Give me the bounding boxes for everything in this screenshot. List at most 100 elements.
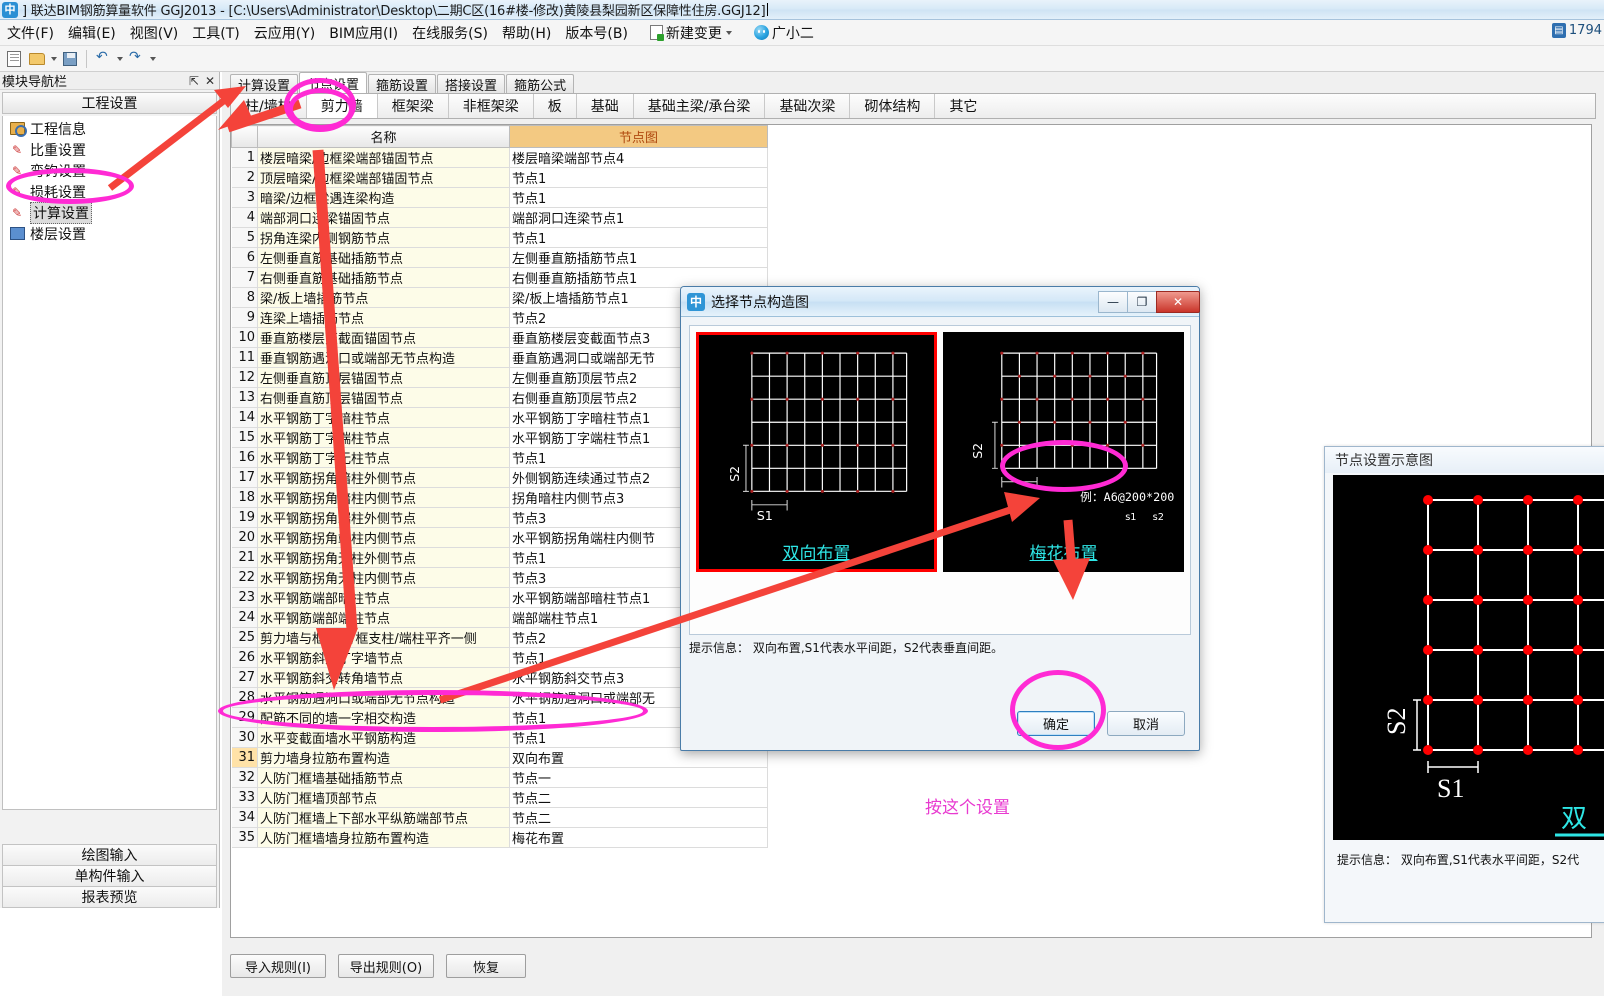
row-name: 垂直钢筋遇洞口或端部无节点构造	[257, 347, 510, 368]
menu-item-tools[interactable]: 工具(T)	[185, 21, 246, 45]
close-icon[interactable]: ✕	[205, 74, 215, 88]
row-name: 人防门框墙顶部节点	[257, 787, 510, 808]
row-node-diagram[interactable]: 梅花布置	[509, 827, 768, 848]
menu-item-view[interactable]: 视图(V)	[123, 21, 186, 45]
row-index: 30	[231, 727, 258, 748]
tab-other[interactable]: 其它	[935, 94, 991, 118]
table-row[interactable]: 7 右侧垂直筋基础插筋节点 右侧垂直筋插筋节点1	[231, 267, 768, 288]
table-row[interactable]: 1 楼层暗梁/边框梁端部锚固节点 楼层暗梁端部节点4	[231, 147, 768, 168]
export-rules-button[interactable]: 导出规则(O)	[338, 954, 434, 978]
row-name: 拐角连梁内侧钢筋节点	[257, 227, 510, 248]
row-index: 12	[231, 367, 258, 388]
annotation-note-text: 按这个设置	[925, 798, 1010, 818]
staggered-s2: s2	[1153, 512, 1164, 523]
preview-label-s1: S1	[1437, 774, 1464, 803]
menu-item-bim[interactable]: BIM应用(I)	[322, 21, 405, 45]
row-name: 水平钢筋拐角无柱内侧节点	[257, 567, 510, 588]
new-file-button[interactable]	[4, 49, 24, 69]
import-rules-button[interactable]: 导入规则(I)	[230, 954, 326, 978]
nav-button-report-preview[interactable]: 报表预览	[2, 886, 217, 908]
cancel-button[interactable]: 取消	[1107, 711, 1185, 736]
nav-button-drawing-input[interactable]: 绘图输入	[2, 844, 217, 866]
sidebar-item-calculation-settings[interactable]: ✎ 计算设置	[3, 201, 216, 224]
tab-foundation-main-beam[interactable]: 基础主梁/承台梁	[634, 94, 766, 118]
row-index: 20	[231, 527, 258, 548]
row-index: 8	[231, 287, 258, 308]
menu-item-edit[interactable]: 编辑(E)	[61, 21, 123, 45]
sidebar-item-floor-settings[interactable]: 楼层设置	[3, 223, 216, 244]
row-node-diagram[interactable]: 节点二	[509, 787, 768, 808]
tab-frame-beam[interactable]: 框架梁	[378, 94, 449, 118]
row-index: 35	[231, 827, 258, 848]
menu-item-file[interactable]: 文件(F)	[0, 21, 61, 45]
row-node-diagram[interactable]: 节点二	[509, 807, 768, 828]
user-account-button[interactable]: 广小二	[747, 21, 821, 45]
row-node-diagram[interactable]: 左侧垂直筋插筋节点1	[509, 247, 768, 268]
redo-button[interactable]	[126, 49, 146, 69]
menu-item-online-service[interactable]: 在线服务(S)	[405, 21, 495, 45]
table-row[interactable]: 33 人防门框墙顶部节点 节点二	[231, 787, 768, 808]
tab-non-frame-beam[interactable]: 非框架梁	[449, 94, 534, 118]
restore-button[interactable]: 恢复	[446, 954, 526, 978]
dialog-minimize-button[interactable]: —	[1098, 290, 1128, 313]
menubar: 文件(F) 编辑(E) 视图(V) 工具(T) 云应用(Y) BIM应用(I) …	[0, 20, 1604, 46]
tab-stirrup-formula[interactable]: 箍筋公式	[506, 74, 575, 94]
layers-icon	[9, 226, 25, 242]
row-node-diagram[interactable]: 节点1	[509, 167, 768, 188]
tab-lap-settings[interactable]: 搭接设置	[437, 74, 506, 94]
row-node-diagram[interactable]: 节点1	[509, 187, 768, 208]
option-bidirectional-layout[interactable]: S2 S1 双向布置	[696, 332, 937, 572]
dialog-close-button[interactable]: ✕	[1156, 290, 1200, 313]
sidebar-item-weight-settings[interactable]: ✎ 比重设置	[3, 139, 216, 160]
user-avatar-icon	[753, 25, 769, 40]
notification-count[interactable]: ▤ 1794	[1551, 23, 1602, 38]
row-node-diagram[interactable]: 节点一	[509, 767, 768, 788]
row-index: 22	[231, 567, 258, 588]
nav-button-single-component-input[interactable]: 单构件输入	[2, 865, 217, 887]
table-row[interactable]: 35 人防门框墙墙身拉筋布置构造 梅花布置	[231, 827, 768, 848]
column-header-node-diagram: 节点图	[509, 125, 768, 148]
table-row[interactable]: 4 端部洞口连梁锚固节点 端部洞口连梁节点1	[231, 207, 768, 228]
row-name: 水平钢筋斜交丁字墙节点	[257, 647, 510, 668]
chevron-down-icon[interactable]	[117, 56, 123, 61]
new-change-button[interactable]: 新建变更	[643, 21, 739, 45]
table-row[interactable]: 3 暗梁/边框梁遇连梁构造 节点1	[231, 187, 768, 208]
chevron-down-icon[interactable]	[150, 56, 156, 61]
table-row[interactable]: 34 人防门框墙上下部水平纵筋端部节点 节点二	[231, 807, 768, 828]
menu-item-cloud[interactable]: 云应用(Y)	[247, 21, 322, 45]
undo-button[interactable]	[93, 49, 113, 69]
open-file-button[interactable]	[27, 49, 47, 69]
menu-item-version[interactable]: 版本号(B)	[558, 21, 635, 45]
row-index: 5	[231, 227, 258, 248]
tab-slab[interactable]: 板	[534, 94, 577, 118]
highlight-ok-button	[1010, 670, 1106, 750]
table-row[interactable]: 2 顶层暗梁/边框梁端部锚固节点 节点1	[231, 167, 768, 188]
row-node-diagram[interactable]: 端部洞口连梁节点1	[509, 207, 768, 228]
pin-icon[interactable]: ⇱	[189, 74, 199, 88]
dialog-maximize-button[interactable]: ❐	[1127, 290, 1157, 313]
row-node-diagram[interactable]: 楼层暗梁端部节点4	[509, 147, 768, 168]
save-button[interactable]	[60, 49, 80, 69]
table-row[interactable]: 5 拐角连梁内侧钢筋节点 节点1	[231, 227, 768, 248]
tab-stirrup-settings[interactable]: 箍筋设置	[368, 74, 437, 94]
tab-calculation-settings[interactable]: 计算设置	[230, 74, 299, 94]
row-node-diagram[interactable]: 节点1	[509, 227, 768, 248]
table-row[interactable]: 6 左侧垂直筋基础插筋节点 左侧垂直筋插筋节点1	[231, 247, 768, 268]
row-name: 人防门框墙基础插筋节点	[257, 767, 510, 788]
tab-masonry-structure[interactable]: 砌体结构	[850, 94, 936, 118]
sidebar-item-project-info[interactable]: 工程信息	[3, 118, 216, 139]
row-name: 人防门框墙墙身拉筋布置构造	[257, 827, 510, 848]
row-node-diagram[interactable]: 右侧垂直筋插筋节点1	[509, 267, 768, 288]
table-row[interactable]: 32 人防门框墙基础插筋节点 节点一	[231, 767, 768, 788]
menu-item-help[interactable]: 帮助(H)	[495, 21, 558, 45]
row-index: 13	[231, 387, 258, 408]
navigation-panel-header: 模块导航栏 ⇱ ✕	[0, 72, 219, 90]
row-index: 21	[231, 547, 258, 568]
preview-diagram-svg: S2 S1 双	[1382, 495, 1604, 837]
tab-foundation-secondary-beam[interactable]: 基础次梁	[765, 94, 851, 118]
tab-foundation[interactable]: 基础	[577, 94, 634, 118]
chevron-down-icon[interactable]	[51, 56, 57, 61]
row-name: 右侧垂直筋基础插筋节点	[257, 267, 510, 288]
row-name: 人防门框墙上下部水平纵筋端部节点	[257, 807, 510, 828]
row-index: 25	[231, 627, 258, 648]
